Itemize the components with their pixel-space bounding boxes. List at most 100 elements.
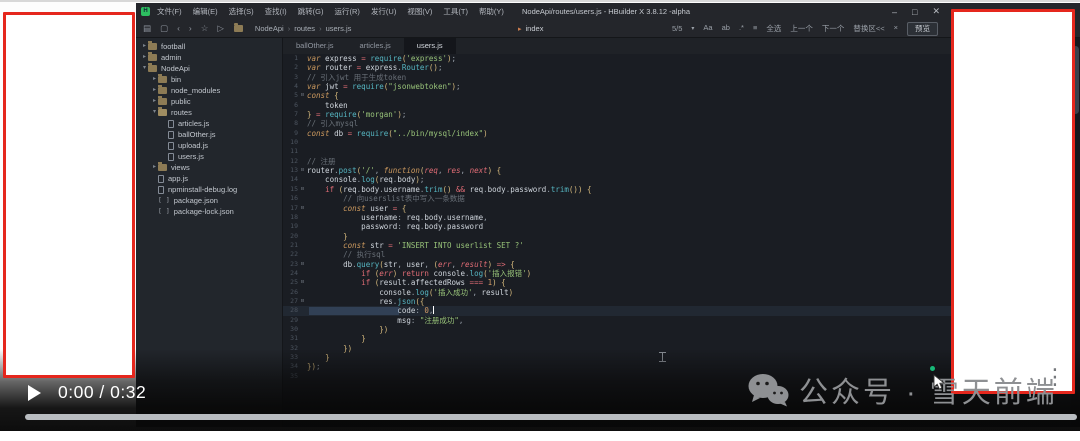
- code-line[interactable]: 15⊟ if (req.body.username.trim() && req.…: [283, 185, 1035, 194]
- fold-icon[interactable]: ⊟: [298, 204, 307, 213]
- fold-icon[interactable]: ⊟: [298, 297, 307, 306]
- console-icon[interactable]: ▤: [143, 23, 151, 34]
- tree-arrow-icon[interactable]: ▸: [151, 74, 158, 85]
- tree-item[interactable]: ▾NodeApi: [136, 63, 282, 74]
- back-icon[interactable]: ‹: [177, 23, 180, 34]
- menu-item[interactable]: 查找(I): [265, 6, 287, 17]
- find-control[interactable]: Aa: [703, 23, 712, 34]
- code-line[interactable]: 19 password: req.body.password: [283, 222, 1035, 231]
- find-control[interactable]: 替换区<<: [853, 23, 884, 34]
- code-line[interactable]: 26 console.log('插入成功', result): [283, 288, 1035, 297]
- editor-tab[interactable]: ballOther.js: [283, 38, 347, 54]
- code-line[interactable]: 13⊟router.post('/', function(req, res, n…: [283, 166, 1035, 175]
- run-icon[interactable]: ▷: [217, 23, 224, 34]
- code-line[interactable]: 20 }: [283, 232, 1035, 241]
- code-line[interactable]: 28 code: 0,: [283, 306, 1035, 315]
- code-line[interactable]: 3// 引入jwt 用于生成token: [283, 73, 1035, 82]
- tree-arrow-icon[interactable]: ▾: [151, 107, 158, 118]
- editor-tab[interactable]: users.js: [404, 38, 456, 54]
- breadcrumb-item[interactable]: routes: [294, 24, 315, 33]
- code-line[interactable]: 8// 引入mysql: [283, 119, 1035, 128]
- code-line[interactable]: 4var jwt = require("jsonwebtoken");: [283, 82, 1035, 91]
- tree-item[interactable]: ▸admin: [136, 52, 282, 63]
- find-control[interactable]: .*: [739, 23, 744, 34]
- tree-arrow-icon[interactable]: ▸: [151, 85, 158, 96]
- code-line[interactable]: 21 const str = 'INSERT INTO userlist SET…: [283, 241, 1035, 250]
- tree-item[interactable]: ▸views: [136, 162, 282, 173]
- code-line[interactable]: 16 // 向userslist表中写入一条数据: [283, 194, 1035, 203]
- menu-item[interactable]: 运行(R): [335, 6, 360, 17]
- code-line[interactable]: 7} = require('morgan');: [283, 110, 1035, 119]
- tree-item[interactable]: articles.js: [136, 118, 282, 129]
- menu-item[interactable]: 选择(S): [229, 6, 254, 17]
- code-line[interactable]: 6 token: [283, 101, 1035, 110]
- code-line[interactable]: 25⊟ if (result.affectedRows === 1) {: [283, 278, 1035, 287]
- code-line[interactable]: 18 username: req.body.username,: [283, 213, 1035, 222]
- tree-arrow-icon[interactable]: ▾: [141, 63, 148, 74]
- code-line[interactable]: 30 }): [283, 325, 1035, 334]
- tree-arrow-icon[interactable]: ▸: [141, 52, 148, 63]
- tree-item[interactable]: upload.js: [136, 140, 282, 151]
- find-query-display[interactable]: ▸ index: [518, 20, 543, 37]
- code-line[interactable]: 24 if (err) return console.log('插入报错'): [283, 269, 1035, 278]
- tree-item[interactable]: ▸public: [136, 96, 282, 107]
- tree-item[interactable]: users.js: [136, 151, 282, 162]
- tree-arrow-icon[interactable]: ▸: [141, 41, 148, 52]
- code-line[interactable]: 1var express = require('express');: [283, 54, 1035, 63]
- code-line[interactable]: 17⊟ const user = {: [283, 204, 1035, 213]
- tree-item[interactable]: ballOther.js: [136, 129, 282, 140]
- tree-item[interactable]: ▾routes: [136, 107, 282, 118]
- minimize-icon[interactable]: –: [892, 7, 897, 17]
- find-control[interactable]: ×: [894, 23, 898, 34]
- fold-icon[interactable]: ⊟: [298, 166, 307, 175]
- find-control[interactable]: 下一个: [822, 23, 845, 34]
- fold-icon[interactable]: ⊟: [298, 91, 307, 100]
- find-control[interactable]: 全选: [766, 23, 781, 34]
- code-line[interactable]: 5⊟const {: [283, 91, 1035, 100]
- code-line[interactable]: 11: [283, 147, 1035, 156]
- code-line[interactable]: 12// 注册: [283, 157, 1035, 166]
- fold-icon[interactable]: ⊟: [298, 278, 307, 287]
- tree-item[interactable]: ▸bin: [136, 74, 282, 85]
- kebab-menu-icon[interactable]: ⋮: [1044, 371, 1066, 382]
- tree-item[interactable]: ▸node_modules: [136, 85, 282, 96]
- code-line[interactable]: 2var router = express.Router();: [283, 63, 1035, 72]
- menu-item[interactable]: 文件(F): [157, 6, 182, 17]
- code-line[interactable]: 29 msg: "注册成功",: [283, 316, 1035, 325]
- code-line[interactable]: 27⊟ res.json({: [283, 297, 1035, 306]
- close-icon[interactable]: ✕: [932, 6, 940, 17]
- favorite-icon[interactable]: ☆: [201, 23, 209, 34]
- editor-tab[interactable]: articles.js: [347, 38, 404, 54]
- code-line[interactable]: 23⊟ db.query(str, user, (err, result) =>…: [283, 260, 1035, 269]
- fold-icon[interactable]: ⊟: [298, 185, 307, 194]
- forward-icon[interactable]: ›: [189, 23, 192, 34]
- menu-item[interactable]: 跳转(G): [298, 6, 324, 17]
- menu-item[interactable]: 编辑(E): [193, 6, 218, 17]
- breadcrumb-item[interactable]: NodeApi: [255, 24, 284, 33]
- fold-icon[interactable]: ⊟: [298, 260, 307, 269]
- chevron-down-icon[interactable]: ▾: [691, 25, 694, 32]
- tree-item[interactable]: ▸football: [136, 41, 282, 52]
- menu-item[interactable]: 发行(U): [371, 6, 396, 17]
- tree-item[interactable]: app.js: [136, 173, 282, 184]
- code-line[interactable]: 22 // 执行sql: [283, 250, 1035, 259]
- find-control[interactable]: 上一个: [790, 23, 813, 34]
- preview-button[interactable]: 预览: [907, 22, 938, 36]
- find-control[interactable]: ab: [722, 23, 730, 34]
- code-line[interactable]: 31 }: [283, 334, 1035, 343]
- new-file-icon[interactable]: ▢: [160, 23, 168, 34]
- tree-arrow-icon[interactable]: ▸: [151, 96, 158, 107]
- code-line[interactable]: 10: [283, 138, 1035, 147]
- play-button[interactable]: [28, 385, 41, 401]
- project-folder-icon[interactable]: [234, 25, 243, 32]
- tree-item[interactable]: npminstall-debug.log: [136, 184, 282, 195]
- breadcrumb-item[interactable]: users.js: [326, 24, 352, 33]
- find-control[interactable]: ≡: [753, 23, 757, 34]
- maximize-icon[interactable]: □: [912, 7, 917, 17]
- tree-arrow-icon[interactable]: ▸: [151, 162, 158, 173]
- code-line[interactable]: 9const db = require("../bin/mysql/index"…: [283, 129, 1035, 138]
- code-line[interactable]: 14 console.log(req.body);: [283, 175, 1035, 184]
- tree-item[interactable]: [ ]package-lock.json: [136, 206, 282, 217]
- video-progress-bar[interactable]: [25, 414, 1077, 420]
- tree-item[interactable]: [ ]package.json: [136, 195, 282, 206]
